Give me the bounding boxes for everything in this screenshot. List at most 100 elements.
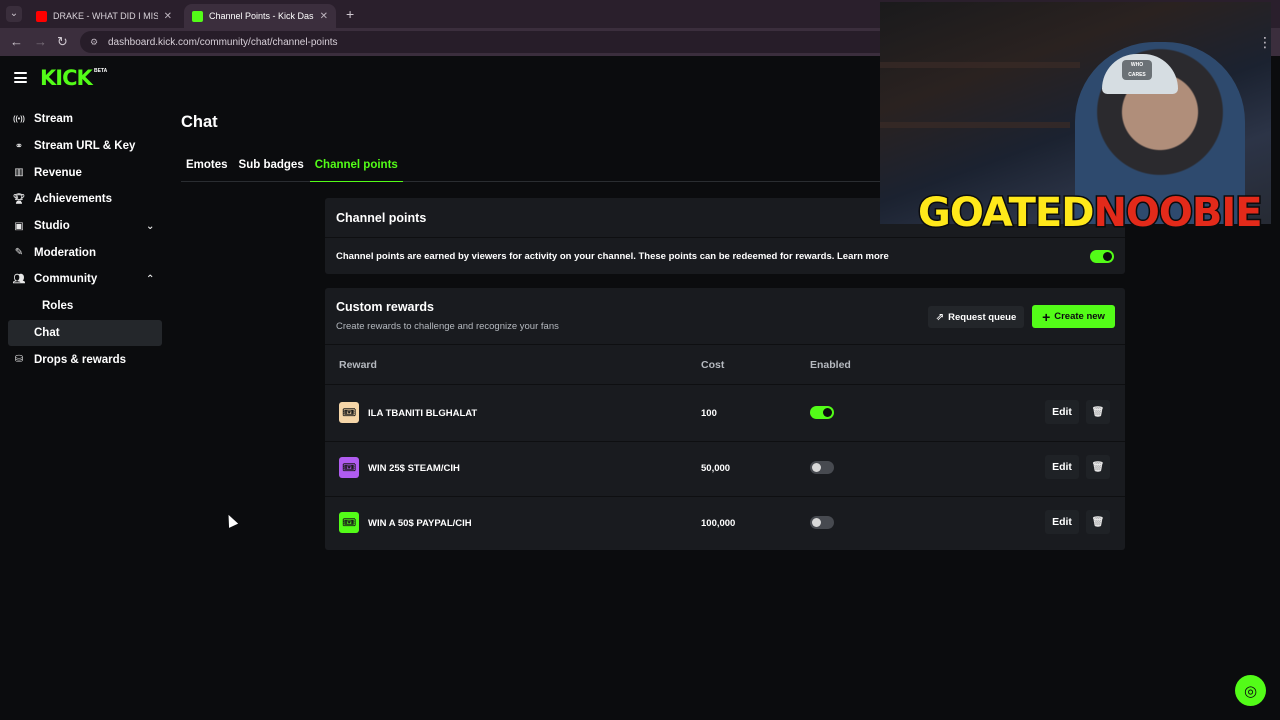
page-title: Chat: [181, 113, 218, 131]
column-reward: Reward: [339, 359, 377, 371]
url-text: dashboard.kick.com/community/chat/channe…: [108, 36, 338, 48]
kick-logo[interactable]: KICK: [40, 66, 93, 90]
table-row: 🎟︎ WIN 25$ STEAM/CIH 50,000 Edit 🗑︎: [325, 441, 1125, 496]
sidebar-item-label: Revenue: [34, 166, 82, 179]
drops-icon: ⛁: [14, 354, 24, 366]
sidebar-item-label: Stream: [34, 113, 73, 126]
background-shelf: [880, 122, 1070, 128]
sidebar-item-label: Studio: [34, 220, 70, 233]
sidebar-item-revenue[interactable]: ▥ Revenue: [0, 159, 170, 186]
row-divider: [325, 496, 1125, 497]
sidebar-item-label: Community: [34, 273, 98, 286]
reward-enabled-toggle[interactable]: [810, 461, 834, 474]
sidebar-item-label: Stream URL & Key: [34, 140, 136, 153]
table-row: 🎟︎ ILA TBANITI BLGHALAT 100 Edit 🗑︎: [325, 386, 1125, 441]
cap-logo: WHO CARES: [1122, 60, 1152, 80]
sidebar-item-community[interactable]: 👥︎ Community ⌃: [0, 266, 170, 293]
reward-name: WIN A 50$ PAYPAL/CIH: [368, 518, 472, 529]
link-icon: ⚭: [14, 140, 24, 152]
chart-icon: ▥: [14, 167, 24, 179]
reward-name: WIN 25$ STEAM/CIH: [368, 463, 460, 474]
trash-icon[interactable]: 🗑︎: [1086, 455, 1110, 479]
browser-tab-kick[interactable]: Channel Points - Kick Dashboard ✕: [184, 4, 336, 28]
tab-search-dropdown-icon[interactable]: ⌄: [6, 6, 22, 22]
custom-rewards-title: Custom rewards: [336, 300, 434, 314]
trash-icon[interactable]: 🗑︎: [1086, 400, 1110, 424]
wrench-icon: ✎: [14, 247, 24, 259]
tab-title: Channel Points - Kick Dashboard: [209, 11, 314, 21]
youtube-favicon-icon: [36, 10, 47, 22]
chevron-up-icon[interactable]: ⌃: [146, 274, 154, 285]
new-tab-button[interactable]: +: [346, 6, 354, 22]
edit-button[interactable]: Edit: [1045, 510, 1079, 534]
rewards-table-header: Reward Cost Enabled: [325, 345, 1125, 385]
toggle-knob: [823, 408, 832, 417]
create-new-label: Create new: [1054, 311, 1105, 322]
background-shelf: [880, 62, 1080, 68]
sidebar-item-moderation[interactable]: ✎ Moderation: [0, 239, 170, 266]
close-tab-icon[interactable]: ✕: [320, 11, 328, 22]
reward-cost: 50,000: [701, 463, 731, 474]
custom-rewards-panel: Custom rewards Create rewards to challen…: [325, 288, 1125, 550]
reward-ticket-icon: 🎟︎: [339, 402, 359, 423]
reward-name: ILA TBANITI BLGHALAT: [368, 408, 478, 419]
users-icon: 👥︎: [12, 273, 26, 285]
reward-cost: 100,000: [701, 518, 736, 529]
browser-tab-youtube[interactable]: DRAKE - WHAT DID I MISS - YouTube ✕: [28, 4, 180, 28]
site-info-icon[interactable]: ⚙: [90, 37, 100, 47]
reload-icon[interactable]: ↻: [57, 34, 68, 50]
reward-enabled-toggle[interactable]: [810, 406, 834, 419]
queue-icon: ⇗: [935, 311, 945, 323]
trash-icon[interactable]: 🗑︎: [1086, 510, 1110, 534]
more-options-icon[interactable]: ⋮: [1258, 34, 1272, 51]
reward-ticket-icon: 🎟︎: [339, 457, 359, 478]
tab-channel-points[interactable]: Channel points: [309, 155, 403, 182]
reward-cost: 100: [701, 408, 717, 419]
trophy-icon: 🏆︎: [12, 193, 26, 205]
toggle-knob: [1103, 252, 1112, 261]
column-cost: Cost: [701, 359, 725, 371]
sidebar-item-stream-url-key[interactable]: ⚭ Stream URL & Key: [0, 133, 170, 160]
sidebar-subitem-chat[interactable]: Chat: [8, 319, 162, 347]
column-enabled: Enabled: [810, 359, 851, 371]
channel-points-toggle[interactable]: [1090, 250, 1114, 263]
request-queue-label: Request queue: [948, 311, 1017, 323]
studio-icon: ▣: [14, 220, 24, 232]
reward-ticket-icon: 🎟︎: [339, 512, 359, 533]
menu-hamburger-icon[interactable]: [14, 72, 27, 83]
toggle-knob: [812, 463, 821, 472]
sidebar-item-stream[interactable]: ((•)) Stream: [0, 106, 170, 133]
tab-title: DRAKE - WHAT DID I MISS - YouTube: [53, 11, 158, 21]
tab-emotes[interactable]: Emotes: [181, 155, 233, 181]
row-divider: [325, 441, 1125, 442]
edit-button[interactable]: Edit: [1045, 400, 1079, 424]
toggle-knob: [812, 518, 821, 527]
custom-rewards-subtitle: Create rewards to challenge and recogniz…: [336, 321, 559, 332]
sidebar-item-label: Moderation: [34, 246, 96, 259]
close-tab-icon[interactable]: ✕: [164, 11, 172, 22]
sidebar-item-label: Achievements: [34, 193, 112, 206]
table-row: 🎟︎ WIN A 50$ PAYPAL/CIH 100,000 Edit 🗑︎: [325, 496, 1125, 551]
create-new-button[interactable]: + Create new: [1032, 305, 1115, 328]
edit-button[interactable]: Edit: [1045, 455, 1079, 479]
overlay-name-part1: GOATED: [916, 189, 1095, 238]
support-chat-icon[interactable]: ◎: [1235, 675, 1266, 706]
streamer-name-overlay: GOATEDNOOBIE: [916, 189, 1264, 238]
sidebar-item-achievements[interactable]: 🏆︎ Achievements: [0, 186, 170, 213]
chevron-down-icon[interactable]: ⌄: [146, 221, 154, 232]
sidebar-item-studio[interactable]: ▣ Studio ⌄: [0, 213, 170, 240]
request-queue-button[interactable]: ⇗ Request queue: [928, 306, 1024, 328]
tab-sub-badges[interactable]: Sub badges: [234, 155, 309, 181]
sidebar-item-drops-rewards[interactable]: ⛁ Drops & rewards: [0, 346, 170, 373]
back-icon[interactable]: ←: [10, 34, 23, 49]
forward-icon[interactable]: →: [34, 34, 47, 49]
reward-enabled-toggle[interactable]: [810, 516, 834, 529]
channel-points-description: Channel points are earned by viewers for…: [336, 250, 889, 262]
sidebar-item-label: Drops & rewards: [34, 353, 127, 366]
kick-favicon-icon: [192, 10, 203, 22]
mouse-cursor-icon: [224, 512, 239, 528]
sidebar-subitem-roles[interactable]: Roles: [8, 293, 162, 320]
broadcast-icon: ((•)): [13, 115, 25, 123]
sidebar: ((•)) Stream ⚭ Stream URL & Key ▥ Revenu…: [0, 106, 170, 373]
beta-badge: BETA: [94, 68, 108, 74]
